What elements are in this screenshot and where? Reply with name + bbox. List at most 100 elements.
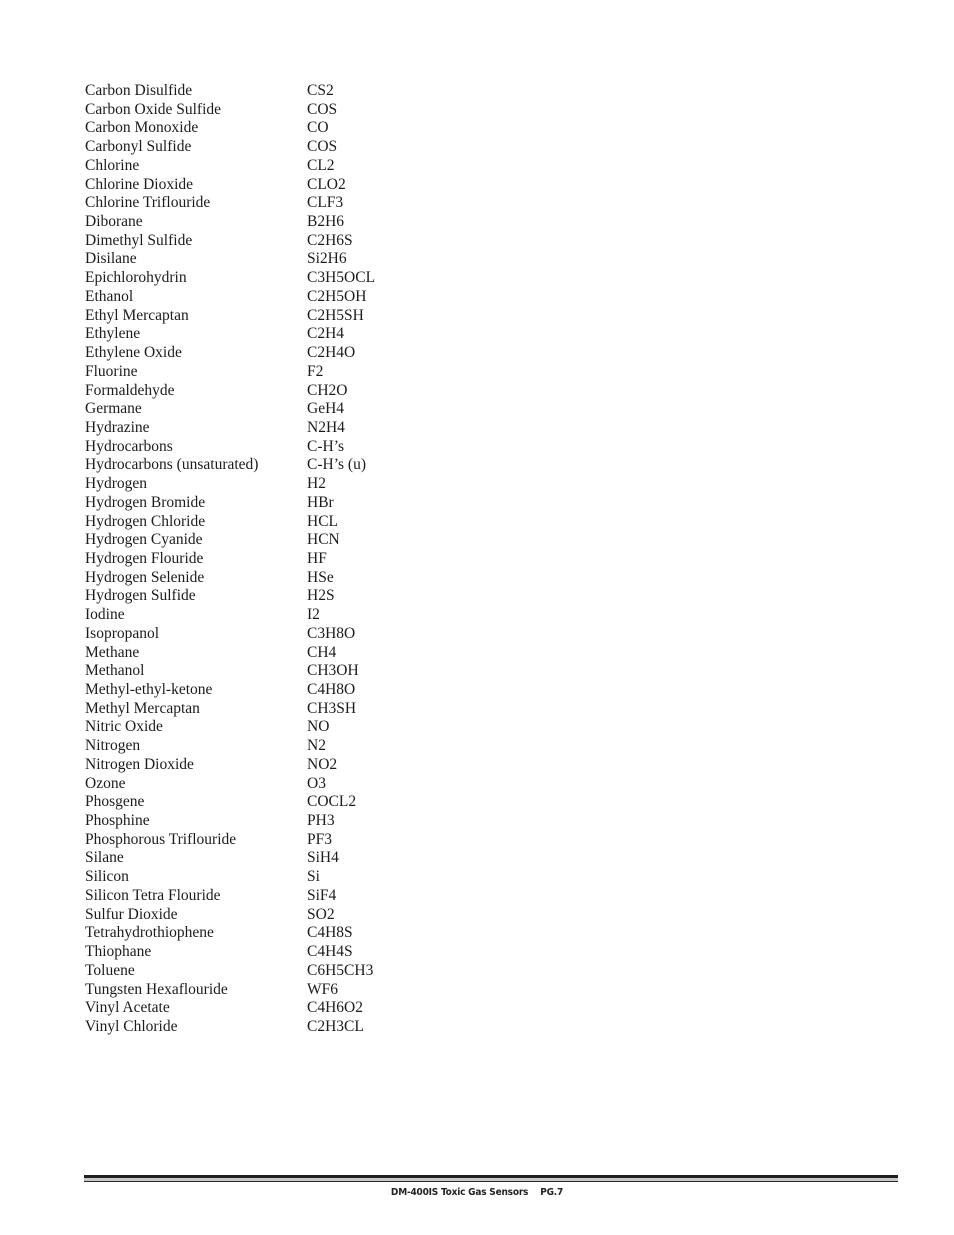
gas-formula: HCN (307, 531, 340, 549)
gas-formula: COCL2 (307, 793, 357, 811)
gas-row: Silicon Si (85, 868, 375, 887)
gas-formula: CLF3 (307, 194, 344, 212)
gas-name: Formaldehyde (85, 381, 175, 399)
gas-name: Hydrogen Selenide (85, 568, 205, 586)
gas-row: Hydrocarbons C-H’s (85, 438, 375, 457)
gas-formula: NO (307, 718, 330, 736)
footer-page-number: PG.7 (540, 1187, 564, 1198)
gas-formula: CS2 (307, 82, 334, 99)
gas-formula: COS (307, 138, 338, 156)
gas-row: Silane SiH4 (85, 849, 375, 868)
gas-name: Diborane (85, 213, 143, 231)
gas-name: Sulfur Dioxide (85, 905, 178, 923)
gas-row: Nitric Oxide NO (85, 718, 375, 737)
gas-row: Methyl-ethyl-ketone C4H8O (85, 681, 375, 700)
gas-name: Phosgene (85, 793, 145, 811)
gas-formula: CH4 (307, 643, 337, 661)
footer-rule (84, 1175, 898, 1182)
gas-name: Nitrogen (85, 737, 141, 755)
gas-formula: SiH4 (307, 849, 339, 867)
gas-row: Ethylene Oxide C2H4O (85, 344, 375, 363)
gas-row: Epichlorohydrin C3H5OCL (85, 269, 375, 288)
gas-row: Isopropanol C3H8O (85, 625, 375, 644)
gas-formula: C6H5CH3 (307, 961, 374, 979)
gas-row: Carbon Monoxide CO (85, 119, 375, 138)
gas-row: Phosphine PH3 (85, 812, 375, 831)
gas-row: Chlorine Triflouride CLF3 (85, 194, 375, 213)
gas-row: Germane GeH4 (85, 400, 375, 419)
gas-row: Hydrogen Bromide HBr (85, 494, 375, 513)
gas-name: Germane (85, 400, 142, 418)
gas-formula: CL2 (307, 156, 335, 174)
gas-row: Hydrogen Selenide HSe (85, 569, 375, 588)
gas-formula: C-H’s (307, 437, 345, 455)
gas-row: Ozone O3 (85, 775, 375, 794)
gas-formula: C4H6O2 (307, 999, 363, 1017)
gas-row: Carbon Disulfide CS2 (85, 82, 375, 101)
gas-row: Methane CH4 (85, 644, 375, 663)
gas-formula: H2S (307, 587, 335, 605)
gas-formula: CO (307, 119, 329, 137)
gas-name: Ethanol (85, 287, 134, 305)
gas-formula: CLO2 (307, 175, 346, 193)
gas-formula: C2H3CL (307, 1017, 364, 1035)
gas-name: Phosphine (85, 812, 150, 830)
gas-name: Hydrogen Cyanide (85, 531, 203, 549)
gas-row: Disilane Si2H6 (85, 250, 375, 269)
gas-name: Methanol (85, 662, 145, 680)
gas-formula: C2H5OH (307, 287, 367, 305)
gas-name: Ethylene (85, 325, 141, 343)
gas-row: Hydrazine N2H4 (85, 419, 375, 438)
gas-row: Formaldehyde CH2O (85, 382, 375, 401)
gas-row: Sulfur Dioxide SO2 (85, 906, 375, 925)
gas-formula: N2H4 (307, 418, 345, 436)
gas-row: Tungsten Hexaflouride WF6 (85, 981, 375, 1000)
gas-name: Carbon Oxide Sulfide (85, 100, 222, 118)
gas-formula: H2 (307, 475, 326, 493)
gas-formula: O3 (307, 774, 326, 792)
gas-name: Iodine (85, 606, 125, 624)
gas-formula-list: Carbon Disulfide CS2 Carbon Oxide Sulfide C… (85, 82, 375, 1037)
gas-row: Iodine I2 (85, 606, 375, 625)
gas-row: Nitrogen N2 (85, 737, 375, 756)
gas-name: Epichlorohydrin (85, 269, 187, 287)
gas-formula: HBr (307, 493, 334, 511)
gas-name: Chlorine Triflouride (85, 194, 211, 212)
gas-formula: N2 (307, 737, 326, 755)
page-footer: DM-400IS Toxic Gas Sensors PG.7 (0, 1187, 954, 1198)
gas-row: Methanol CH3OH (85, 662, 375, 681)
gas-row: Hydrogen H2 (85, 475, 375, 494)
gas-row: Chlorine CL2 (85, 157, 375, 176)
gas-name: Silicon (85, 868, 129, 886)
gas-formula: C2H6S (307, 231, 353, 249)
gas-name: Ozone (85, 774, 126, 792)
gas-row: Hydrogen Sulfide H2S (85, 587, 375, 606)
gas-formula: C-H’s (u) (307, 456, 366, 474)
gas-name: Carbon Monoxide (85, 119, 199, 137)
gas-name: Hydrogen Flouride (85, 549, 204, 567)
gas-row: Ethanol C2H5OH (85, 288, 375, 307)
gas-row: Diborane B2H6 (85, 213, 375, 232)
gas-name: Tungsten Hexaflouride (85, 980, 228, 998)
gas-name: Hydrogen Chloride (85, 512, 206, 530)
gas-name: Tetrahydrothiophene (85, 924, 214, 942)
gas-row: Hydrocarbons (unsaturated) C-H’s (u) (85, 456, 375, 475)
gas-name: Silicon Tetra Flouride (85, 886, 221, 904)
gas-formula: CH3OH (307, 662, 359, 680)
gas-formula: C4H4S (307, 943, 353, 961)
gas-row: Tetrahydrothiophene C4H8S (85, 924, 375, 943)
gas-row: Vinyl Chloride C2H3CL (85, 1018, 375, 1037)
gas-formula: CH3SH (307, 699, 357, 717)
footer-document-title: DM-400IS Toxic Gas Sensors (390, 1187, 529, 1198)
gas-formula: C2H4O (307, 344, 356, 362)
gas-row: Hydrogen Cyanide HCN (85, 531, 375, 550)
gas-formula: C4H8S (307, 924, 353, 942)
gas-formula: C3H8O (307, 624, 356, 642)
footer-rule-thin (84, 1181, 898, 1182)
gas-row: Ethylene C2H4 (85, 325, 375, 344)
gas-name: Chlorine Dioxide (85, 175, 194, 193)
gas-name: Carbon Disulfide (85, 82, 193, 99)
gas-formula: NO2 (307, 755, 338, 773)
gas-name: Silane (85, 849, 124, 867)
gas-formula: CH2O (307, 381, 348, 399)
